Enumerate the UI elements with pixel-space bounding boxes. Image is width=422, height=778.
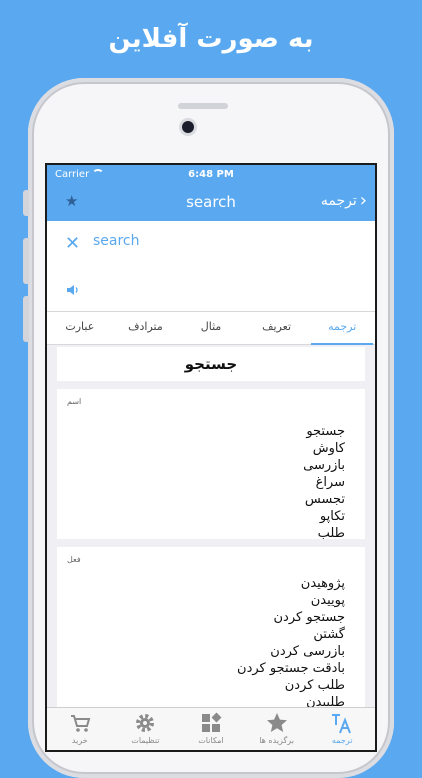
- clear-search-icon[interactable]: ✕: [65, 233, 80, 254]
- back-button[interactable]: ‹ ترجمه: [320, 190, 367, 211]
- list-item: گشتن: [313, 627, 345, 642]
- nav-bar: ★ search ‹ ترجمه: [47, 185, 375, 221]
- list-item: تجسس: [304, 492, 345, 507]
- search-input[interactable]: [93, 233, 293, 249]
- list-item: طلب کردن: [284, 678, 345, 693]
- translate-icon: [332, 714, 352, 734]
- list-item: بادقت جستجو کردن: [237, 661, 345, 676]
- noun-section: اسم جستجو کاوش بازرسی سراغ تجسس تکاپو طل…: [57, 389, 365, 541]
- list-item: سراغ: [315, 475, 345, 490]
- tab-translation[interactable]: ترجمه: [309, 312, 375, 345]
- part-of-speech-label: فعل: [67, 555, 81, 564]
- content-tabs: ترجمه تعریف مثال مترادف عبارت: [47, 312, 375, 345]
- tabbar-item-translate[interactable]: ترجمه: [309, 708, 375, 750]
- status-time: 6:48 PM: [188, 169, 234, 180]
- star-icon: [266, 713, 287, 732]
- list-item: جستجو کردن: [273, 610, 346, 625]
- tab-definition[interactable]: تعریف: [244, 312, 310, 344]
- phone-volume-down: [23, 296, 29, 342]
- tab-phrase[interactable]: عبارت: [47, 312, 113, 344]
- list-item: پژوهیدن: [300, 576, 345, 591]
- tabbar-label: خرید: [71, 736, 88, 745]
- tabbar-label: ترجمه: [331, 736, 353, 745]
- promo-headline: به صورت آفلاین: [108, 24, 314, 54]
- back-label: ترجمه: [320, 193, 357, 209]
- tabbar-label: تنظیمات: [131, 736, 160, 745]
- tabbar-item-settings[interactable]: تنظیمات: [113, 708, 179, 750]
- tabbar-label: امکانات: [198, 736, 224, 745]
- tab-bar: خرید تنظیمات امکانات برگزیده ها ترجمه: [47, 707, 375, 750]
- part-of-speech-label: اسم: [67, 397, 82, 406]
- cart-icon: [70, 715, 91, 732]
- phone-volume-up: [23, 238, 29, 284]
- tabbar-item-features[interactable]: امکانات: [178, 708, 244, 750]
- tabbar-label: برگزیده ها: [259, 736, 294, 745]
- phone-camera: [182, 121, 194, 133]
- status-bar: Carrier 6:48 PM: [47, 165, 375, 185]
- tab-synonym[interactable]: مترادف: [113, 312, 179, 344]
- list-item: بازرسی کردن: [270, 644, 345, 659]
- gear-icon: [136, 714, 155, 732]
- tab-example[interactable]: مثال: [178, 312, 244, 344]
- list-item: طلب: [317, 526, 345, 541]
- main-translation: جستجو: [57, 347, 365, 381]
- verb-section: فعل پژوهیدن پوییدن جستجو کردن گشتن بازرس…: [57, 547, 365, 727]
- search-area: ✕: [47, 221, 375, 312]
- list-item: پوییدن: [310, 593, 345, 608]
- list-item: تکاپو: [319, 509, 345, 524]
- list-item: کاوش: [312, 441, 345, 456]
- phone-mute-switch: [23, 190, 29, 216]
- tabbar-item-favorites[interactable]: برگزیده ها: [244, 708, 310, 750]
- translation-content: جستجو اسم جستجو کاوش بازرسی سراغ تجسس تک…: [47, 347, 375, 727]
- chevron-back-icon: ‹: [359, 190, 367, 211]
- list-item: جستجو: [306, 424, 345, 439]
- tabbar-item-purchase[interactable]: خرید: [47, 708, 113, 750]
- grid-icon: [201, 712, 222, 732]
- list-item: بازرسی: [303, 458, 345, 473]
- phone-speaker: [178, 103, 228, 109]
- app-screen: Carrier 6:48 PM ★ search ‹ ترجمه ✕ ترجمه…: [47, 165, 375, 750]
- speaker-icon[interactable]: [66, 283, 80, 297]
